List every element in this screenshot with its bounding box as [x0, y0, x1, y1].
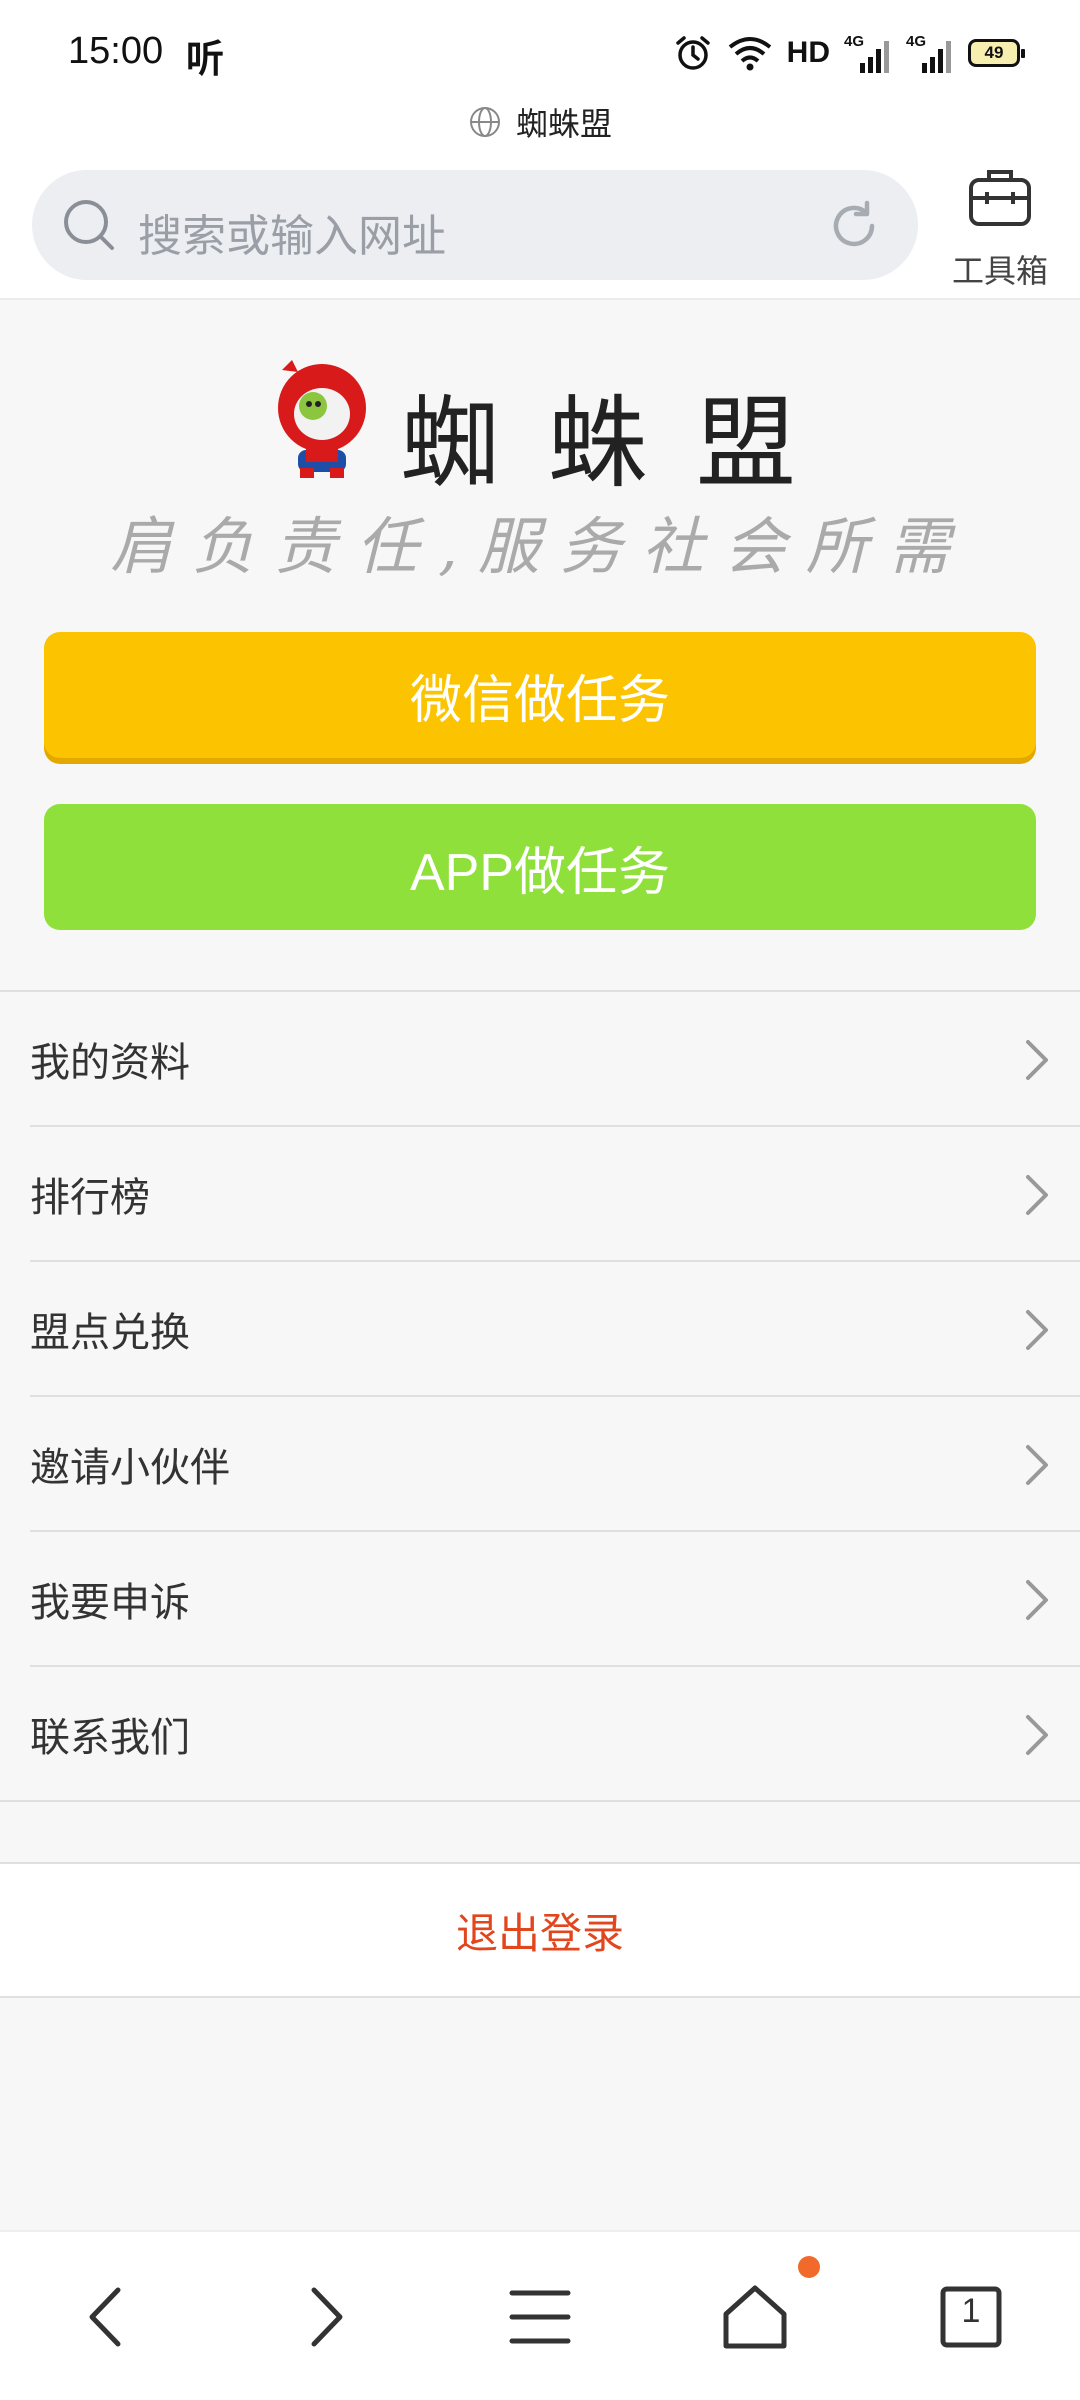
globe-icon — [469, 107, 500, 137]
menu-item-label: 我的资料 — [30, 1040, 190, 1086]
home-icon — [723, 2285, 787, 2349]
menu-icon — [509, 2290, 571, 2344]
menu-list: 我的资料 排行榜 盟点兑换 邀请小伙伴 我要申诉 联系我们 — [0, 990, 1080, 1802]
toolbox-icon — [969, 170, 1031, 226]
search-input[interactable]: 搜索或输入网址 — [32, 170, 918, 280]
notification-dot — [798, 2256, 820, 2278]
signal-1-icon: 4G — [844, 33, 892, 73]
menu-item-leaderboard[interactable]: 排行榜 — [30, 1127, 1080, 1262]
menu-item-appeal[interactable]: 我要申诉 — [30, 1532, 1080, 1667]
hero-section: 蜘蛛盟 肩负责任,服务社会所需 微信做任务 APP做任务 — [0, 300, 1080, 990]
battery-icon: 49 — [968, 39, 1025, 67]
search-placeholder: 搜索或输入网址 — [138, 211, 446, 262]
menu-item-label: 邀请小伙伴 — [30, 1445, 230, 1491]
spiderman-mascot-icon — [278, 360, 366, 478]
menu-item-invite-friends[interactable]: 邀请小伙伴 — [30, 1397, 1080, 1532]
chevron-right-icon — [1026, 1715, 1048, 1755]
status-icons: HD 4G 4G 49 — [673, 28, 1025, 78]
tab-count: 1 — [961, 2292, 981, 2330]
menu-item-label: 排行榜 — [30, 1175, 150, 1221]
app-task-button[interactable]: APP做任务 — [44, 804, 1036, 930]
wechat-task-button[interactable]: 微信做任务 — [44, 632, 1036, 758]
chevron-right-icon — [1026, 1040, 1048, 1080]
status-time: 15:00 — [68, 30, 164, 72]
status-bar: 15:00 听 HD 4G 4G 49 — [0, 0, 1080, 100]
bottom-navigation: 1 — [0, 2230, 1080, 2400]
alarm-icon — [675, 36, 710, 70]
menu-item-my-profile[interactable]: 我的资料 — [30, 992, 1080, 1127]
hd-indicator: HD — [786, 36, 830, 69]
search-icon — [64, 200, 114, 250]
logout-button[interactable]: 退出登录 — [0, 1862, 1080, 1998]
menu-item-points-exchange[interactable]: 盟点兑换 — [30, 1262, 1080, 1397]
menu-item-contact-us[interactable]: 联系我们 — [0, 1667, 1080, 1802]
chevron-right-icon — [1026, 1175, 1048, 1215]
browser-address-area: 蜘蛛盟 搜索或输入网址 工具箱 — [0, 100, 1080, 300]
refresh-icon[interactable] — [826, 198, 882, 254]
back-button[interactable] — [62, 2272, 152, 2362]
tabs-button[interactable]: 1 — [926, 2272, 1016, 2362]
menu-item-label: 盟点兑换 — [30, 1310, 190, 1356]
toolbox-label: 工具箱 — [951, 252, 1048, 290]
wifi-icon — [728, 37, 771, 71]
page-title-text: 蜘蛛盟 — [515, 105, 612, 143]
logout-label: 退出登录 — [455, 1908, 624, 1958]
signal-2-icon: 4G — [906, 33, 954, 73]
logo-text: 蜘蛛盟 — [400, 385, 844, 502]
page: 15:00 听 HD 4G 4G 49 蜘蛛盟 搜索或输入网址 工具箱 蜘蛛盟 … — [0, 0, 1080, 2400]
chevron-right-icon — [1026, 1580, 1048, 1620]
menu-item-label: 我要申诉 — [30, 1580, 190, 1626]
back-icon — [89, 2287, 121, 2347]
page-title: 蜘蛛盟 — [0, 100, 1080, 144]
chevron-right-icon — [1026, 1445, 1048, 1485]
slogan: 肩负责任,服务社会所需 — [110, 510, 970, 583]
toolbox-button[interactable]: 工具箱 — [942, 162, 1058, 290]
home-button[interactable] — [710, 2272, 800, 2362]
forward-button[interactable] — [280, 2272, 370, 2362]
logo: 蜘蛛盟 — [0, 340, 1080, 502]
forward-icon — [311, 2287, 343, 2347]
menu-item-label: 联系我们 — [30, 1715, 190, 1761]
menu-button[interactable] — [495, 2272, 585, 2362]
chevron-right-icon — [1026, 1310, 1048, 1350]
voice-assistant-icon: 听 — [186, 37, 225, 81]
